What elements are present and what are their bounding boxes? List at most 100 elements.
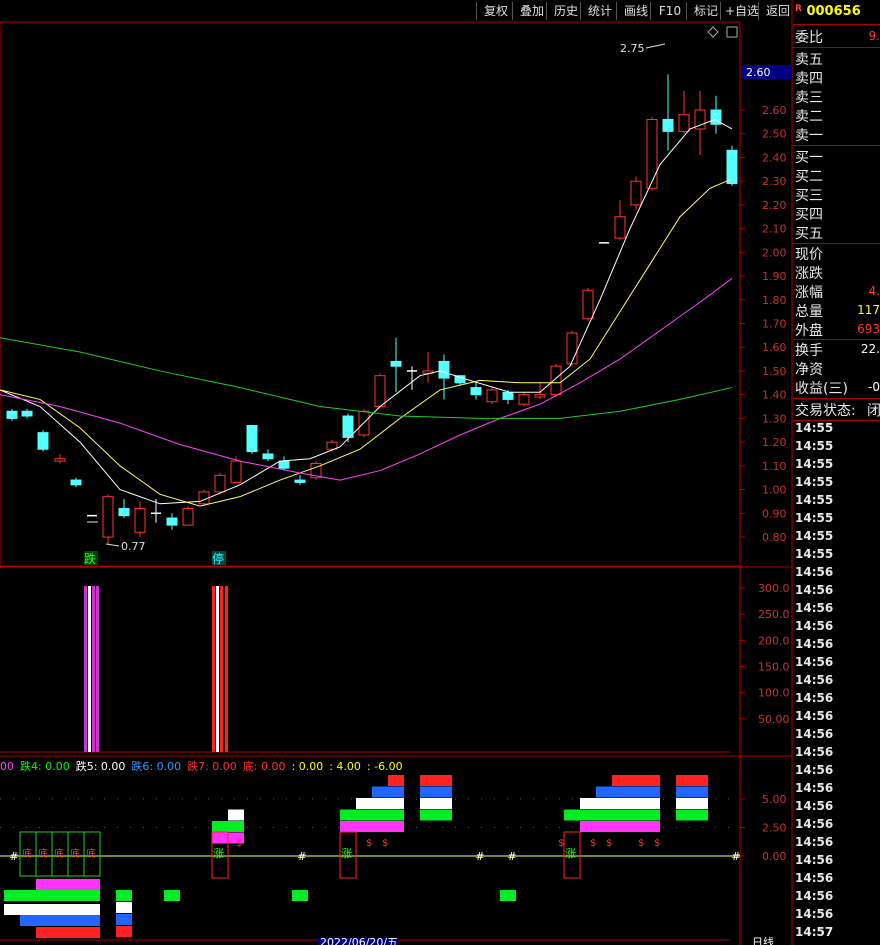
hash-marker: # [507,850,516,863]
candle-body[interactable] [230,460,242,483]
tick-time: 14:56 [795,709,834,723]
indicator-block [564,809,660,821]
tick-time: 14:55 [795,421,834,435]
indicator-block-neg [36,879,100,890]
kline-chart-area[interactable]: 2.60 2.50 2.40 2.30 2.20 2.10 2.00 1.90 1.80 1.70… [0,0,793,945]
candle-body[interactable] [102,496,114,538]
candle-body[interactable] [182,508,194,526]
candle-body[interactable] [486,389,498,403]
candle-body[interactable] [726,149,738,185]
indicator-block-neg [292,890,308,901]
candle-body[interactable] [166,517,178,526]
indicator-block-neg [116,926,132,937]
bottom-signal-label: 底 [38,847,48,860]
buy-3-label: 买四 [795,207,823,223]
sell-3-label: 卖二 [795,109,823,125]
tick-time: 14:56 [795,853,834,867]
indicator-block [676,786,708,798]
tick-time: 14:56 [795,889,834,903]
dollar-signal: $ [382,838,388,849]
volume-bar [220,586,223,752]
candle-body[interactable] [518,394,530,405]
buy-2-label: 买三 [795,188,823,204]
price-axis-label: 1.80 [762,294,787,307]
candle-body[interactable] [214,474,226,493]
candle-body[interactable] [262,453,274,460]
indicator-value-6: : 0.00 [291,760,324,773]
candle-body[interactable] [630,180,642,206]
volume-bar [212,586,215,752]
trade-status-label: 交易状态: [795,403,856,419]
tick-time: 14:55 [795,439,834,453]
indicator-block-neg [36,927,100,938]
dollar-signal: $ [638,838,644,849]
candle-body[interactable] [294,479,306,483]
candle-body[interactable] [6,410,18,419]
price-axis-label: 2.60 [762,104,787,117]
buy-1-label: 买二 [795,169,823,185]
candle-body[interactable] [502,391,514,400]
indicator-value-1: 跌4: 0.00 [20,760,70,773]
panel-divider [793,145,880,146]
sell-4-label: 卖一 [795,128,823,144]
candle-body[interactable] [342,415,354,438]
volume-axis-label: 50.00 [758,713,790,726]
candle-body[interactable] [118,508,130,517]
dollar-signal: $ [236,838,242,849]
candle-body[interactable] [646,118,658,189]
low-marker-arrow [105,543,120,547]
candle-body[interactable] [534,394,546,398]
rise-signal-label: 涨 [341,847,352,860]
price-axis-label: 2.20 [762,199,787,212]
candle-body[interactable] [374,375,386,408]
indicator-block [340,821,404,832]
volume-bar [225,586,228,752]
candle-body[interactable] [550,365,562,396]
candle-body[interactable] [662,118,674,132]
volume-axis-label: 100.0 [758,687,790,700]
signal-ting-label: 停 [212,551,224,566]
stat-3-label: 总量 [795,304,823,320]
candle-body[interactable] [70,479,82,486]
candle-body[interactable] [390,360,402,367]
candle-body[interactable] [614,216,626,239]
indicator-value-8: : -6.00 [366,760,403,773]
candle-body[interactable] [54,458,66,462]
candle-body[interactable] [37,432,49,450]
indicator-block [420,775,452,786]
candle-body[interactable] [21,410,33,417]
bottom-signal-label: 底 [22,847,32,860]
stock-code: R 000656 [795,4,861,19]
candle-body[interactable] [582,289,594,320]
indicator-value-bar: 00 跌4: 0.00 跌5: 0.00 跌6: 0.00 跌7: 0.00 底: 0.0… [0,758,740,773]
stat-0-label: 现价 [795,247,823,263]
maximize-icon[interactable] [726,26,738,38]
price-axis-label: 1.50 [762,365,787,378]
candle-body[interactable] [566,332,578,365]
tick-time: 14:55 [795,493,834,507]
tick-time: 14:56 [795,781,834,795]
hash-marker: # [731,850,740,863]
price-axis-label: 1.70 [762,318,787,331]
candle-body[interactable] [678,114,690,132]
candle-body[interactable] [438,360,450,379]
indicator-block-neg [116,914,132,925]
price-axis-label: 1.40 [762,389,787,402]
indicator-block-neg [500,890,516,901]
candle-body[interactable] [278,460,290,469]
diamond-icon[interactable] [707,26,719,38]
tick-time: 14:56 [795,619,834,633]
candle-body[interactable] [470,387,482,396]
indicator-block [676,775,708,786]
tick-time: 14:55 [795,547,834,561]
candle-body[interactable] [134,508,146,533]
indicator-axis-label: 5.00 [762,793,787,806]
volume-bar [96,586,99,752]
tick-time: 14:56 [795,655,834,669]
volume-bar [84,586,87,752]
stat2-2-value: -0 [868,380,880,394]
indicator-block [356,798,404,809]
candle-body[interactable] [246,425,258,453]
tick-time: 14:56 [795,565,834,579]
main-panel-frame [0,21,741,567]
